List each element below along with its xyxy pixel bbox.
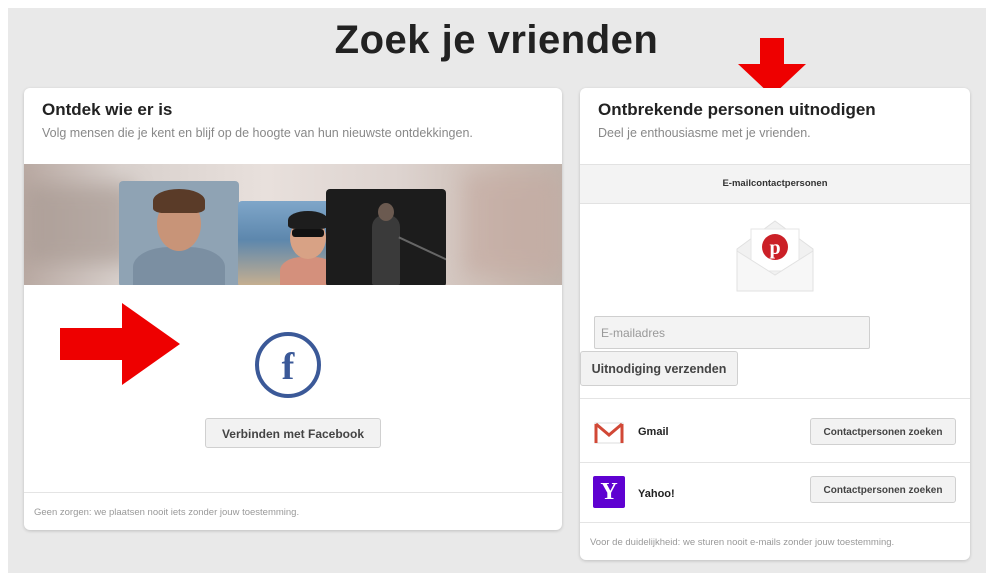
discover-footer: Geen zorgen: we plaatsen nooit iets zond… [24,492,562,530]
pinterest-envelope-icon: p [736,220,814,292]
yahoo-icon: Y [593,476,625,508]
discover-title: Ontdek wie er is [42,100,173,119]
connect-facebook-button[interactable]: Verbinden met Facebook [205,418,381,448]
divider [580,462,970,463]
email-input[interactable] [594,316,870,349]
service-row-gmail: Gmail Contactpersonen zoeken [580,406,970,462]
annotation-arrow-right-icon [60,303,180,385]
page-title: Zoek je vrienden [334,18,659,62]
invite-footer: Voor de duidelijkheid: we sturen nooit e… [580,522,970,560]
discover-subtitle: Volg mensen die je kent en blijf op de h… [42,126,473,140]
svg-text:p: p [769,237,780,259]
gmail-find-contacts-button[interactable]: Contactpersonen zoeken [810,418,956,445]
friend-photo [326,189,446,285]
tab-email-contacts[interactable]: E-mailcontactpersonen [580,164,970,204]
gmail-icon [594,422,624,444]
friends-photo-banner [24,164,562,285]
friend-photo [119,181,239,285]
gmail-label: Gmail [638,426,669,438]
invite-subtitle: Deel je enthousiasme met je vrienden. [598,126,811,140]
yahoo-label: Yahoo! [638,488,675,500]
invite-card: Ontbrekende personen uitnodigen Deel je … [580,88,970,560]
service-row-yahoo: Y Yahoo! Contactpersonen zoeken [580,466,970,522]
invite-title: Ontbrekende personen uitnodigen [598,100,876,119]
send-invite-button[interactable]: Uitnodiging verzenden [580,351,738,386]
facebook-icon: f [255,332,321,398]
divider [580,398,970,399]
yahoo-find-contacts-button[interactable]: Contactpersonen zoeken [810,476,956,503]
